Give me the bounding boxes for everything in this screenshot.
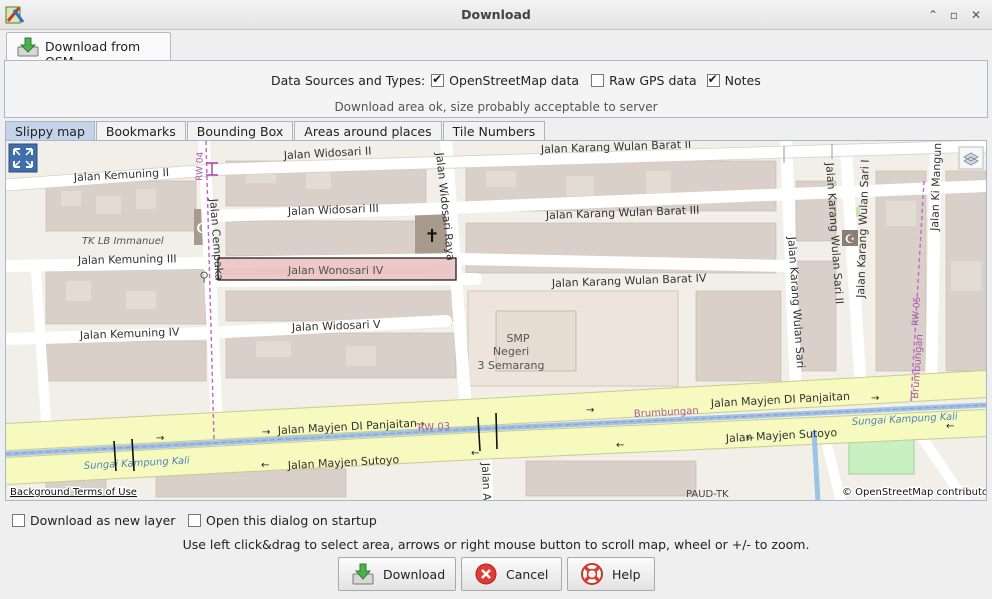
help-button[interactable]: Help <box>567 557 655 591</box>
tab-bounding-box[interactable]: Bounding Box <box>186 121 294 141</box>
new-layer-option: Download as new layer <box>12 513 175 528</box>
label-rw04: RW 04 <box>195 151 206 181</box>
title-bar: Download ⌃ ▫ ✕ <box>0 0 992 30</box>
minimize-button[interactable]: ⌃ <box>925 7 941 23</box>
raw-gps-checkbox[interactable] <box>591 73 605 87</box>
svg-text:←: ← <box>471 448 479 459</box>
svg-text:→: → <box>262 427 270 438</box>
tower-icon: ⚲ <box>199 270 209 285</box>
startup-option: Open this dialog on startup <box>188 513 377 528</box>
tab-slippy-map[interactable]: Slippy map <box>5 121 95 141</box>
label-rw03: RW 03 <box>418 421 451 434</box>
label-smp-3: 3 Semarang <box>478 359 545 372</box>
download-button-label: Download <box>383 566 446 582</box>
cancel-button[interactable]: Cancel <box>461 557 562 591</box>
download-button[interactable]: Download <box>338 557 456 591</box>
church-icon: ✝ <box>424 226 439 247</box>
notes-checkbox[interactable] <box>706 72 720 87</box>
svg-text:→: → <box>871 393 879 404</box>
svg-text:☪: ☪ <box>845 232 856 246</box>
raw-gps-label: Raw GPS data <box>609 72 697 88</box>
mosque-icon: ☪ <box>196 221 209 237</box>
lifebuoy-icon <box>581 563 603 585</box>
tab-areas-around-places[interactable]: Areas around places <box>294 121 442 141</box>
cancel-button-label: Cancel <box>506 566 549 582</box>
download-icon <box>352 563 374 585</box>
label-paud: PAUD-TK <box>686 489 729 500</box>
mosque-icon: ☪ <box>842 230 858 246</box>
usage-hint: Use left click&drag to select area, arro… <box>182 537 810 552</box>
data-sources-label: Data Sources and Types: <box>271 72 426 88</box>
tab-bookmarks[interactable]: Bookmarks <box>95 121 186 141</box>
area-selector-tabs: Slippy map Bookmarks Bounding Box Areas … <box>5 121 546 141</box>
tab-tile-numbers[interactable]: Tile Numbers <box>442 121 546 141</box>
osm-data-label: OpenStreetMap data <box>449 72 580 88</box>
attribution-left-link: Background Terms of Use <box>10 487 137 498</box>
close-button[interactable]: ✕ <box>968 7 984 23</box>
zoom-fit-button[interactable] <box>8 143 38 173</box>
slippy-map[interactable]: → → → → → ← ← ← ← ← Jalan Widosari II Jalan Ka… <box>5 140 987 501</box>
label-smp-2: Negeri <box>493 345 529 358</box>
label-jalan-a: Jalan A <box>479 462 493 501</box>
label-wonosari-iv: Jalan Wonosari IV <box>287 264 384 277</box>
osm-data-checkbox[interactable] <box>431 72 445 87</box>
help-button-label: Help <box>612 566 641 582</box>
layer-selector-button[interactable] <box>958 146 984 170</box>
label-smp-1: SMP <box>506 332 529 345</box>
maximize-button[interactable]: ▫ <box>946 7 962 23</box>
download-area-status: Download area ok, size probably acceptab… <box>334 100 658 114</box>
attribution-right-text: © OpenStreetMap contributors <box>842 487 987 498</box>
download-as-new-layer-label: Download as new layer <box>30 513 176 528</box>
label-rw05: RW 05 <box>911 296 923 326</box>
label-tk-lb: TK LB Immanuel <box>82 236 164 247</box>
tab-download-from-osm[interactable]: Download from OSM <box>6 32 171 69</box>
download-icon <box>17 37 39 57</box>
open-on-startup-checkbox[interactable] <box>188 514 201 527</box>
label-kemuning-iii: Jalan Kemuning III <box>77 252 177 267</box>
svg-text:→: → <box>586 405 594 416</box>
data-sources-panel: Data Sources and Types: OpenStreetMap da… <box>4 60 988 118</box>
svg-text:←: ← <box>261 460 269 471</box>
notes-label: Notes <box>724 72 761 88</box>
svg-text:→: → <box>156 433 164 444</box>
open-on-startup-label: Open this dialog on startup <box>206 513 377 528</box>
cancel-icon <box>475 563 497 585</box>
window-title: Download <box>461 7 531 22</box>
svg-text:←: ← <box>616 440 624 451</box>
download-as-new-layer-checkbox[interactable] <box>12 514 25 527</box>
